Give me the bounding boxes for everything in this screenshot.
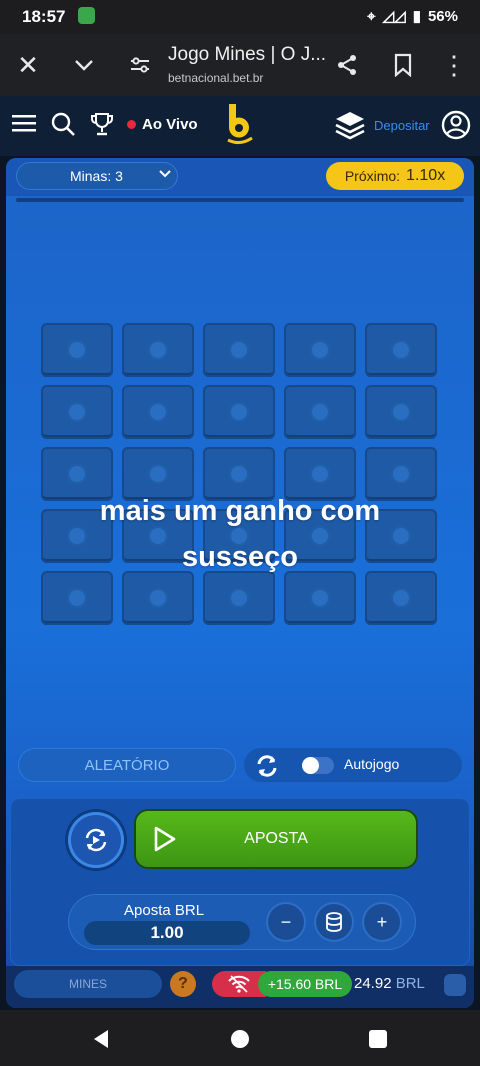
decrease-stake-button[interactable]: −: [266, 902, 306, 942]
tile-dot-icon: [310, 464, 330, 484]
stake-input[interactable]: 1.00: [84, 921, 250, 945]
tile-dot-icon: [148, 464, 168, 484]
page-url: betnacional.bet.br: [168, 71, 264, 85]
bet-button-label: APOSTA: [244, 830, 308, 847]
caption-line-2: susseço: [181, 541, 299, 573]
replay-icon: [85, 828, 107, 852]
tile-dot-icon: [391, 402, 411, 422]
mine-tile[interactable]: [122, 323, 194, 377]
bet-panel: APOSTA Aposta BRL 1.00 − +: [10, 798, 470, 966]
signal-icon: ◿◿: [382, 8, 406, 25]
tile-dot-icon: [229, 340, 249, 360]
live-indicator-dot: [127, 120, 136, 129]
mine-tile[interactable]: [203, 385, 275, 439]
mine-tile[interactable]: [365, 385, 437, 439]
autoplay-toggle-knob: [302, 757, 319, 774]
balance-display: 24.92 BRL: [354, 975, 425, 992]
status-icons: ⌖ ◿◿ ▮ 56%: [367, 7, 458, 26]
mines-grid: [6, 158, 474, 658]
stake-label: Aposta BRL: [124, 902, 205, 919]
mine-tile[interactable]: [284, 323, 356, 377]
tile-dot-icon: [391, 340, 411, 360]
share-icon[interactable]: [332, 50, 362, 80]
user-account-icon[interactable]: [441, 110, 471, 145]
refresh-icon[interactable]: [254, 753, 280, 784]
last-win-badge: +15.60 BRL: [258, 971, 352, 997]
location-icon: ⌖: [367, 7, 376, 25]
game-status-bar: MINES ? +15.60 BRL 24.92 BRL: [6, 966, 474, 1008]
play-icon: [154, 826, 176, 852]
menu-icon[interactable]: [12, 112, 36, 139]
tile-dot-icon: [67, 588, 87, 608]
caption-line-1: mais um ganho com: [99, 495, 381, 527]
tile-dot-icon: [148, 402, 168, 422]
game-menu-button[interactable]: MINES: [14, 970, 162, 998]
mines-game-panel: Minas: 3 Próximo: 1.10x mais um ganho co…: [6, 158, 474, 1008]
search-icon[interactable]: [50, 111, 76, 142]
mine-tile[interactable]: [122, 385, 194, 439]
help-icon[interactable]: ?: [170, 971, 196, 997]
tile-dot-icon: [67, 340, 87, 360]
auto-bet-button[interactable]: [68, 812, 124, 868]
autoplay-label: Autojogo: [344, 756, 400, 772]
site-settings-icon[interactable]: [125, 50, 155, 80]
page-title: Jogo Mines | O J...: [168, 44, 327, 65]
battery-icon: ▮: [412, 8, 421, 25]
tile-dot-icon: [67, 402, 87, 422]
caption-overlay: mais um ganho com susseço: [6, 488, 474, 580]
more-options-icon[interactable]: ⋮: [439, 50, 469, 80]
site-header: Ao Vivo Depositar: [0, 96, 480, 156]
random-pick-button[interactable]: ALEATÓRIO: [18, 748, 236, 782]
layers-icon[interactable]: [334, 109, 366, 146]
tile-dot-icon: [310, 402, 330, 422]
mine-tile[interactable]: [284, 385, 356, 439]
mine-tile[interactable]: [41, 323, 113, 377]
tile-dot-icon: [310, 340, 330, 360]
mine-tile[interactable]: [41, 385, 113, 439]
app-notification-icon: [78, 7, 95, 24]
close-icon[interactable]: ✕: [13, 50, 43, 80]
increase-stake-button[interactable]: +: [362, 902, 402, 942]
bet-button[interactable]: APOSTA: [136, 811, 416, 867]
home-icon[interactable]: [231, 1030, 249, 1048]
recents-icon[interactable]: [369, 1030, 387, 1048]
tile-dot-icon: [229, 402, 249, 422]
site-logo[interactable]: [225, 102, 255, 151]
chevron-down-icon[interactable]: [69, 50, 99, 80]
deposit-button[interactable]: Depositar: [374, 118, 430, 133]
status-bar: 18:57 ⌖ ◿◿ ▮ 56%: [0, 0, 480, 34]
tile-dot-icon: [310, 588, 330, 608]
bookmark-icon[interactable]: [388, 50, 418, 80]
tile-dot-icon: [67, 464, 87, 484]
browser-toolbar: ✕ Jogo Mines | O J... betnacional.bet.br…: [0, 34, 480, 96]
stake-presets-button[interactable]: [314, 902, 354, 942]
balance-value: 24.92: [354, 975, 392, 992]
live-link[interactable]: Ao Vivo: [142, 116, 198, 133]
coins-icon: [326, 912, 342, 932]
system-nav-bar: [0, 1010, 480, 1066]
clock: 18:57: [22, 7, 66, 26]
back-icon[interactable]: [92, 1029, 110, 1054]
tile-dot-icon: [148, 340, 168, 360]
trophy-icon[interactable]: [89, 111, 115, 142]
balance-currency: BRL: [395, 975, 425, 992]
tile-dot-icon: [391, 464, 411, 484]
mine-tile[interactable]: [365, 323, 437, 377]
autoplay-panel: Autojogo: [244, 748, 462, 782]
tile-dot-icon: [229, 588, 249, 608]
tile-dot-icon: [391, 588, 411, 608]
battery-percent: 56%: [427, 7, 458, 25]
chat-icon[interactable]: [444, 974, 466, 996]
tile-dot-icon: [229, 464, 249, 484]
stake-control: Aposta BRL 1.00 − +: [68, 894, 416, 950]
mine-tile[interactable]: [203, 323, 275, 377]
tile-dot-icon: [148, 588, 168, 608]
